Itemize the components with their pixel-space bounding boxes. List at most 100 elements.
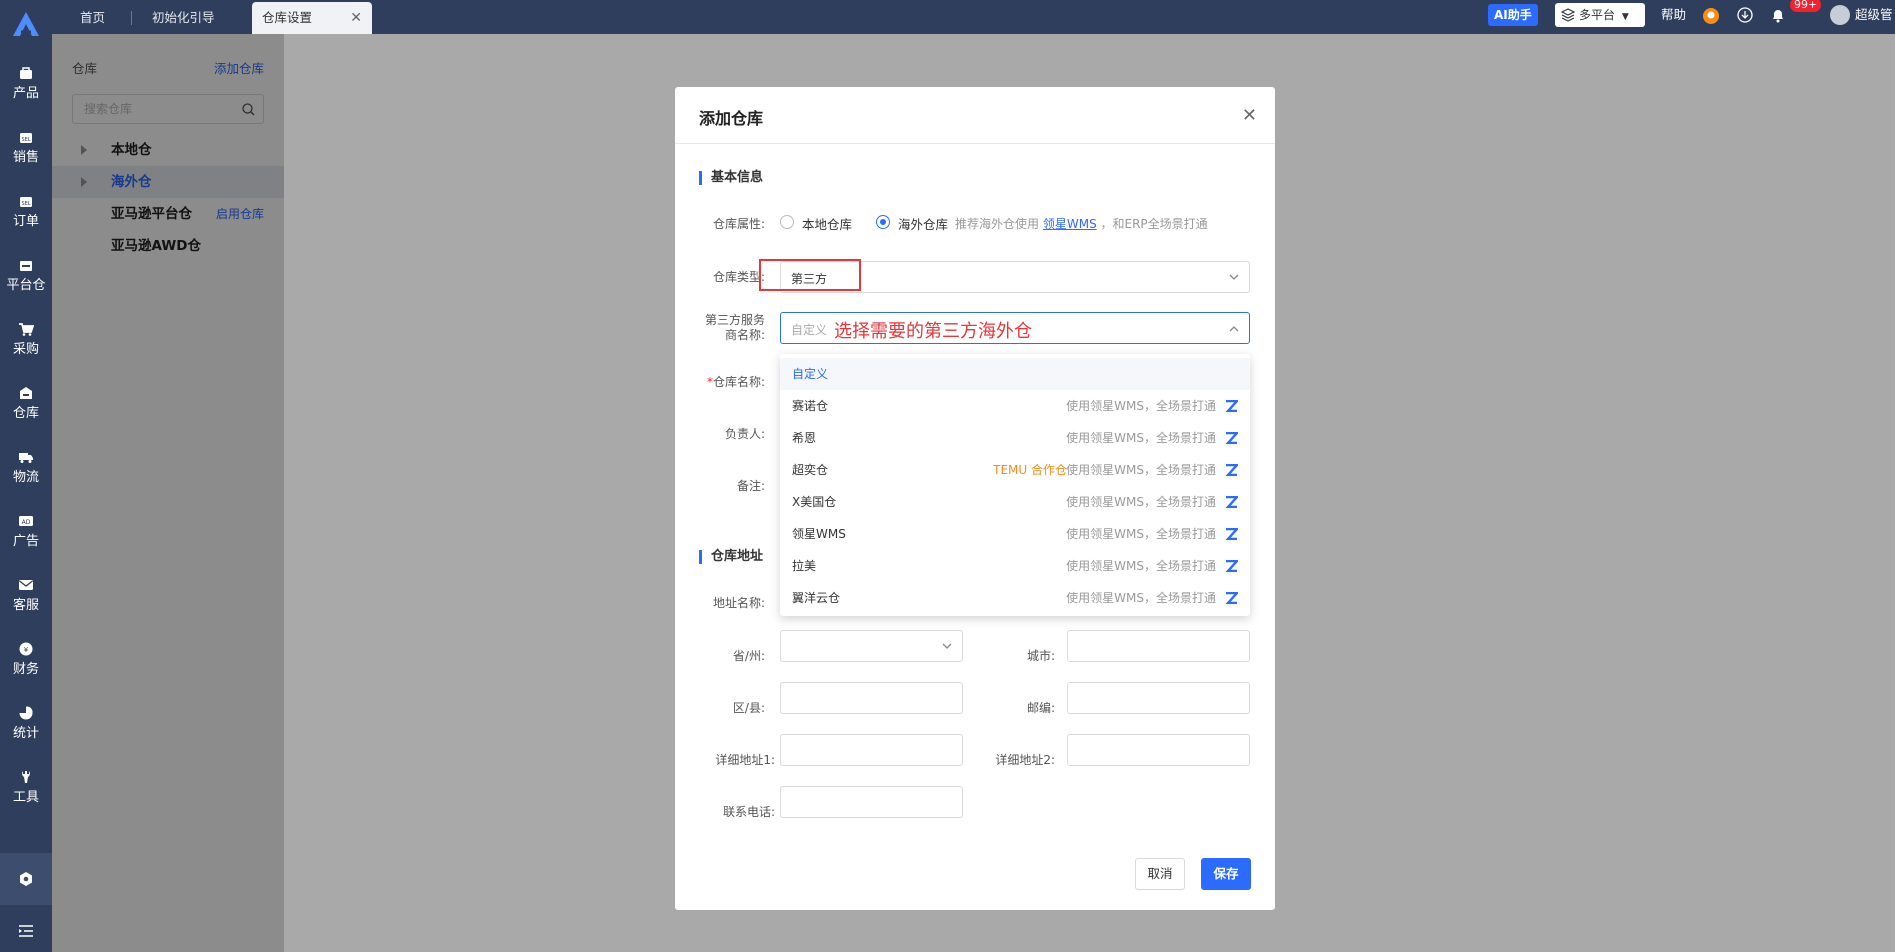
nav-item-ads[interactable]: AD 广告 [0, 506, 52, 558]
top-bar: 首页 初始化引导 仓库设置 ✕ AI助手 多平台 ▼ 帮助 99+ 超级管理员 … [52, 0, 1895, 52]
svg-text:¥: ¥ [24, 646, 29, 654]
nav-label: 订单 [12, 214, 39, 229]
nav-label: 广告 [12, 534, 39, 549]
platform-select[interactable]: 多平台 ▼ [1555, 3, 1645, 27]
headset-icon[interactable] [1702, 7, 1720, 25]
dropdown-option[interactable]: X美国仓 使用领星WMS，全场景打通 [780, 486, 1250, 518]
add-warehouse-dialog: 添加仓库 ✕ 基本信息 仓库属性: 本地仓库 海外仓库 推荐海外仓使用 领星WM… [675, 87, 1275, 910]
warehouse-type-label: 仓库类型: [712, 270, 765, 284]
radio-local-label[interactable]: 本地仓库 [802, 214, 852, 233]
city-label: 城市: [1026, 649, 1055, 663]
notification-badge: 99+ [1790, 0, 1822, 12]
provider-label-line2: 商名称: [724, 328, 765, 342]
nav-item-finance[interactable]: ¥ 财务 [0, 634, 52, 686]
dropdown-option[interactable]: 翼洋云仓 使用领星WMS，全场景打通 [780, 582, 1250, 614]
nav-item-product[interactable]: 产品 [0, 58, 52, 110]
warehouse-icon [20, 387, 32, 399]
option-meta: 使用领星WMS，全场景打通 [1066, 559, 1216, 573]
nav-item-purchase[interactable]: 采购 [0, 314, 52, 366]
province-select[interactable] [780, 630, 963, 662]
dropdown-option[interactable]: 领星WMS 使用领星WMS，全场景打通 [780, 518, 1250, 550]
layers-icon [1561, 8, 1575, 22]
option-meta: 使用领星WMS，全场景打通 [1066, 591, 1216, 605]
radio-overseas[interactable] [876, 215, 890, 229]
dropdown-option[interactable]: 自定义 [780, 358, 1250, 390]
nav-label: 物流 [12, 470, 39, 485]
hexagon-icon [20, 872, 32, 886]
option-label: 赛诺仓 [792, 399, 829, 413]
tab-home[interactable]: 首页 [70, 2, 115, 34]
bell-icon[interactable] [1770, 7, 1786, 23]
truck-icon [19, 453, 33, 463]
city-input[interactable] [1067, 630, 1250, 662]
nav-label: 产品 [12, 86, 39, 101]
wms-logo-icon [1225, 432, 1238, 444]
phone-input[interactable] [780, 786, 963, 818]
tab-label: 仓库设置 [262, 10, 313, 25]
nav-label: 销售 [12, 150, 39, 165]
district-input[interactable] [780, 682, 963, 714]
wrench-icon [22, 771, 30, 783]
help-link[interactable]: 帮助 [1661, 0, 1686, 30]
nav-label: 仓库 [12, 406, 39, 421]
nav-item-order[interactable]: SEL 订单 [0, 186, 52, 238]
divider [675, 143, 1275, 144]
nav-item-platform-warehouse[interactable]: 平台仓 [0, 250, 52, 302]
svg-text:AD: AD [22, 519, 31, 526]
wms-logo-icon [1225, 528, 1238, 540]
collapse-menu-button[interactable] [0, 910, 52, 952]
download-icon[interactable] [1737, 7, 1753, 23]
tab-init-guide[interactable]: 初始化引导 [142, 2, 225, 34]
address2-input[interactable] [1067, 734, 1250, 766]
nav-item-warehouse[interactable]: 仓库 [0, 378, 52, 430]
dropdown-option[interactable]: 超奕仓 TEMU 合作仓 使用领星WMS，全场景打通 [780, 454, 1250, 486]
cancel-button[interactable]: 取消 [1135, 858, 1185, 890]
chevron-down-icon: ▼ [1621, 12, 1629, 22]
dropdown-option[interactable]: 拉美 使用领星WMS，全场景打通 [780, 550, 1250, 582]
address1-label: 详细地址1: [715, 753, 775, 767]
left-nav: 产品 SEL 销售 SEL 订单 平台仓 采购 仓库 物流 AD 广告 客服 ¥… [0, 0, 52, 952]
radio-local[interactable] [780, 215, 794, 229]
nav-label: 财务 [12, 662, 39, 677]
app-logo[interactable] [10, 10, 42, 40]
zip-label: 邮编: [1026, 701, 1055, 715]
option-meta: 使用领星WMS，全场景打通 [1066, 399, 1216, 413]
address1-input[interactable] [780, 734, 963, 766]
save-button[interactable]: 保存 [1201, 858, 1251, 890]
dropdown-option[interactable]: 希恩 使用领星WMS，全场景打通 [780, 422, 1250, 454]
nav-item-stats[interactable]: 统计 [0, 698, 52, 750]
wms-logo-icon [1225, 592, 1238, 604]
chevron-down-icon [942, 643, 952, 649]
finance-icon: ¥ [19, 642, 33, 656]
avatar[interactable] [1830, 5, 1850, 25]
radio-overseas-label[interactable]: 海外仓库 [898, 214, 948, 233]
nav-item-tools[interactable]: 工具 [0, 762, 52, 814]
dialog-title: 添加仓库 [699, 109, 764, 128]
option-label: 自定义 [792, 367, 829, 381]
settings-button[interactable] [0, 853, 52, 905]
menu-collapse-icon [19, 925, 33, 937]
cart-icon [19, 323, 34, 336]
nav-item-service[interactable]: 客服 [0, 570, 52, 622]
wms-link[interactable]: 领星WMS [1043, 217, 1097, 231]
ad-icon: AD [19, 516, 33, 526]
address-name-label: 地址名称: [712, 596, 765, 610]
option-label: 领星WMS [792, 527, 846, 541]
district-label: 区/县: [732, 701, 765, 715]
tab-warehouse-settings[interactable]: 仓库设置 ✕ [252, 2, 372, 34]
dropdown-option[interactable]: 赛诺仓 使用领星WMS，全场景打通 [780, 390, 1250, 422]
close-icon[interactable]: ✕ [350, 2, 362, 34]
modal-backdrop-panel [52, 34, 284, 952]
chevron-down-icon [1229, 274, 1239, 280]
ai-assistant-button[interactable]: AI助手 [1488, 4, 1538, 26]
hint-prefix: 推荐海外仓使用 [955, 217, 1040, 231]
zip-input[interactable] [1067, 682, 1250, 714]
wms-logo-icon [1225, 496, 1238, 508]
nav-item-logistics[interactable]: 物流 [0, 442, 52, 494]
phone-label: 联系电话: [722, 805, 775, 819]
nav-item-sales[interactable]: SEL 销售 [0, 122, 52, 174]
option-label: X美国仓 [792, 495, 837, 509]
close-icon[interactable]: ✕ [1242, 105, 1257, 126]
warehouse-attr-label: 仓库属性: [712, 217, 765, 231]
wms-logo-icon [1225, 400, 1238, 412]
